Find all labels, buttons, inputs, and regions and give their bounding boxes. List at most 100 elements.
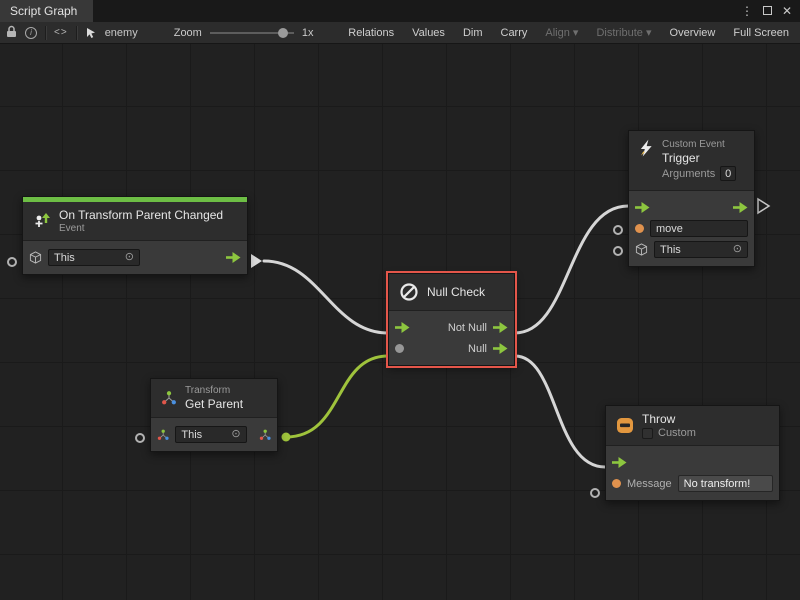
zoom-value: 1x (302, 27, 314, 39)
maximize-icon (763, 6, 772, 15)
overview-button[interactable]: Overview (665, 27, 721, 39)
values-button[interactable]: Values (407, 27, 450, 39)
toolbar-divider (76, 26, 77, 40)
custom-label: Custom (658, 427, 696, 439)
port-row-null: Null (395, 338, 508, 359)
wire-start-dot (282, 433, 291, 442)
arguments-row: Arguments 0 (662, 166, 736, 181)
input-ring-port[interactable] (613, 225, 623, 235)
object-picker-icon[interactable]: ⊙ (733, 244, 742, 255)
string-input-dot-port[interactable] (612, 479, 621, 488)
this-value: This (660, 244, 681, 256)
node-on-transform-parent-changed[interactable]: On Transform Parent Changed Event This ⊙ (22, 196, 248, 275)
chevron-down-icon: ▾ (646, 27, 652, 39)
dim-button[interactable]: Dim (458, 27, 488, 39)
flow-input-arrow-icon[interactable] (395, 322, 410, 333)
node-category: Custom Event (662, 139, 736, 150)
distribute-label: Distribute (596, 27, 642, 39)
null-check-icon (399, 282, 419, 302)
node-header: Transform Get Parent (151, 379, 277, 418)
graph-canvas[interactable]: On Transform Parent Changed Event This ⊙ (0, 44, 800, 600)
flow-triangle-port[interactable] (251, 254, 262, 268)
node-title: Null Check (427, 285, 485, 299)
string-input-dot-port[interactable] (635, 224, 644, 233)
node-subtitle: Event (59, 223, 223, 234)
wire-getparent-to-nullcheck[interactable] (286, 356, 388, 437)
node-null-check[interactable]: Null Check Not Null Null (388, 273, 515, 366)
object-picker-icon[interactable]: ⊙ (231, 429, 240, 440)
transform-output-icon[interactable] (259, 429, 271, 441)
zoom-slider-handle[interactable] (278, 28, 288, 38)
flow-output-arrow-icon[interactable] (733, 202, 748, 213)
script-graph-window: Script Graph ⋮ ✕ i <> enemy Zoom 1x Rela… (0, 0, 800, 600)
port-row-message: Message No transform! (612, 473, 773, 494)
this-target-field[interactable]: This ⊙ (48, 249, 140, 266)
flow-input-arrow-icon[interactable] (612, 457, 627, 468)
relations-button[interactable]: Relations (343, 27, 399, 39)
gameobject-cube-icon (635, 243, 648, 256)
align-button[interactable]: Align ▾ (540, 26, 583, 39)
event-name-value: move (656, 223, 683, 235)
wire-event-to-nullcheck[interactable] (264, 261, 388, 333)
flow-output-arrow-icon[interactable] (226, 252, 241, 263)
exception-icon (616, 417, 634, 434)
gameobject-cube-icon (29, 251, 42, 264)
input-ring-port[interactable] (7, 257, 17, 267)
carry-button[interactable]: Carry (496, 27, 533, 39)
lightning-icon (639, 139, 654, 158)
node-title: On Transform Parent Changed (59, 208, 223, 222)
chevron-down-icon: ▾ (573, 27, 579, 39)
info-icon[interactable]: i (25, 27, 37, 39)
event-name-field[interactable]: move (650, 220, 748, 237)
close-button[interactable]: ✕ (782, 4, 792, 18)
node-custom-event-trigger[interactable]: Custom Event Trigger Arguments 0 (628, 130, 755, 267)
zoom-label: Zoom (174, 27, 202, 39)
port-row-this: This ⊙ (157, 424, 271, 445)
tab-script-graph[interactable]: Script Graph (0, 0, 93, 22)
object-picker-icon[interactable]: ⊙ (125, 252, 134, 263)
custom-toggle-row: Custom (642, 427, 696, 439)
this-value: This (181, 429, 202, 441)
null-port-label: Null (468, 343, 487, 355)
input-ring-port[interactable] (135, 433, 145, 443)
value-input-dot-port[interactable] (395, 344, 404, 353)
input-ring-port[interactable] (613, 246, 623, 256)
message-field[interactable]: No transform! (678, 475, 773, 492)
input-ring-port[interactable] (590, 488, 600, 498)
fullscreen-button[interactable]: Full Screen (728, 27, 794, 39)
node-body: move This ⊙ (629, 191, 754, 266)
wire-notnull-to-customevent[interactable] (515, 206, 628, 333)
port-row-this: This ⊙ (29, 247, 241, 268)
node-title: Get Parent (185, 397, 243, 411)
maximize-button[interactable] (763, 2, 772, 20)
transform-input-icon[interactable] (157, 429, 169, 441)
zoom-slider[interactable] (210, 27, 294, 39)
message-value: No transform! (684, 478, 751, 490)
transform-event-icon (33, 213, 51, 229)
kebab-menu-icon[interactable]: ⋮ (741, 4, 753, 18)
align-label: Align (545, 27, 569, 39)
lock-button[interactable] (6, 25, 17, 41)
this-target-field[interactable]: This ⊙ (654, 241, 748, 258)
distribute-button[interactable]: Distribute ▾ (591, 26, 656, 39)
flow-input-arrow-icon[interactable] (635, 202, 650, 213)
this-value: This (54, 252, 75, 264)
node-body: Message No transform! (606, 446, 779, 500)
wire-null-to-throw[interactable] (515, 356, 605, 467)
arguments-label: Arguments (662, 168, 715, 180)
node-get-parent[interactable]: Transform Get Parent This ⊙ (150, 378, 278, 452)
graph-name-label: enemy (105, 27, 138, 39)
this-target-field[interactable]: This ⊙ (175, 426, 246, 443)
code-icon[interactable]: <> (54, 27, 68, 38)
graph-asset-icon (85, 27, 97, 39)
node-throw[interactable]: Throw Custom Message No transform! (605, 405, 780, 501)
port-row-flow (612, 452, 773, 473)
tab-label: Script Graph (10, 4, 77, 18)
port-row-this: This ⊙ (635, 239, 748, 260)
custom-checkbox[interactable] (642, 428, 653, 439)
node-title: Trigger (662, 151, 736, 165)
arguments-count-field[interactable]: 0 (720, 166, 736, 181)
output-triangle-port[interactable] (758, 199, 769, 213)
null-output-arrow-icon[interactable] (493, 343, 508, 354)
not-null-output-arrow-icon[interactable] (493, 322, 508, 333)
